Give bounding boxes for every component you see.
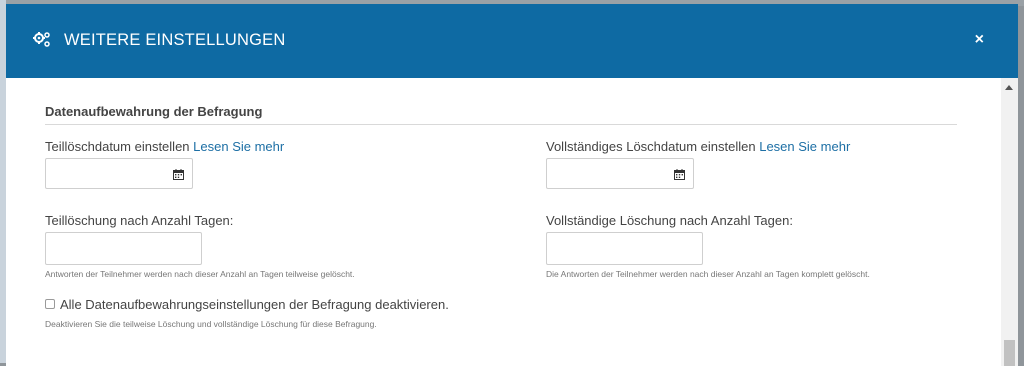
- section-divider: [45, 124, 957, 125]
- full-delete-days-help: Die Antworten der Teilnehmer werden nach…: [546, 269, 870, 279]
- section-title: Datenaufbewahrung der Befragung: [45, 104, 263, 119]
- calendar-icon[interactable]: [674, 169, 685, 180]
- full-delete-date-text: Vollständiges Löschdatum einstellen: [546, 139, 756, 154]
- partial-delete-days-input[interactable]: [45, 232, 202, 265]
- calendar-icon[interactable]: [173, 169, 184, 180]
- modal-header: WEITERE EINSTELLUNGEN ×: [6, 4, 1018, 78]
- scrollbar-thumb[interactable]: [1004, 340, 1015, 366]
- partial-delete-date-label: Teillöschdatum einstellen Lesen Sie mehr: [45, 139, 284, 154]
- partial-delete-days-label: Teillöschung nach Anzahl Tagen:: [45, 213, 234, 228]
- full-delete-days-input[interactable]: [546, 232, 703, 265]
- partial-delete-date-input[interactable]: [45, 158, 193, 189]
- disable-retention-checkbox[interactable]: [45, 299, 55, 309]
- disable-retention-help: Deaktivieren Sie die teilweise Löschung …: [45, 319, 377, 329]
- modal-scrollbar[interactable]: [1001, 78, 1018, 366]
- partial-delete-days-help: Antworten der Teilnehmer werden nach die…: [45, 269, 355, 279]
- full-delete-date-input[interactable]: [546, 158, 694, 189]
- full-read-more-link[interactable]: Lesen Sie mehr: [759, 139, 850, 154]
- settings-modal: WEITERE EINSTELLUNGEN × Datenaufbewahrun…: [6, 4, 1018, 366]
- full-delete-date-label: Vollständiges Löschdatum einstellen Lese…: [546, 139, 850, 154]
- partial-delete-date-text: Teillöschdatum einstellen: [45, 139, 190, 154]
- modal-title: WEITERE EINSTELLUNGEN: [64, 31, 286, 49]
- modal-body: Datenaufbewahrung der Befragung Teillösc…: [6, 78, 1018, 366]
- scroll-up-arrow-icon[interactable]: [1005, 85, 1013, 90]
- close-icon[interactable]: ×: [975, 30, 984, 50]
- disable-retention-label[interactable]: Alle Datenaufbewahrungseinstellungen der…: [60, 297, 449, 312]
- full-delete-days-label: Vollständige Löschung nach Anzahl Tagen:: [546, 213, 793, 228]
- partial-read-more-link[interactable]: Lesen Sie mehr: [193, 139, 284, 154]
- gears-icon: [33, 32, 50, 47]
